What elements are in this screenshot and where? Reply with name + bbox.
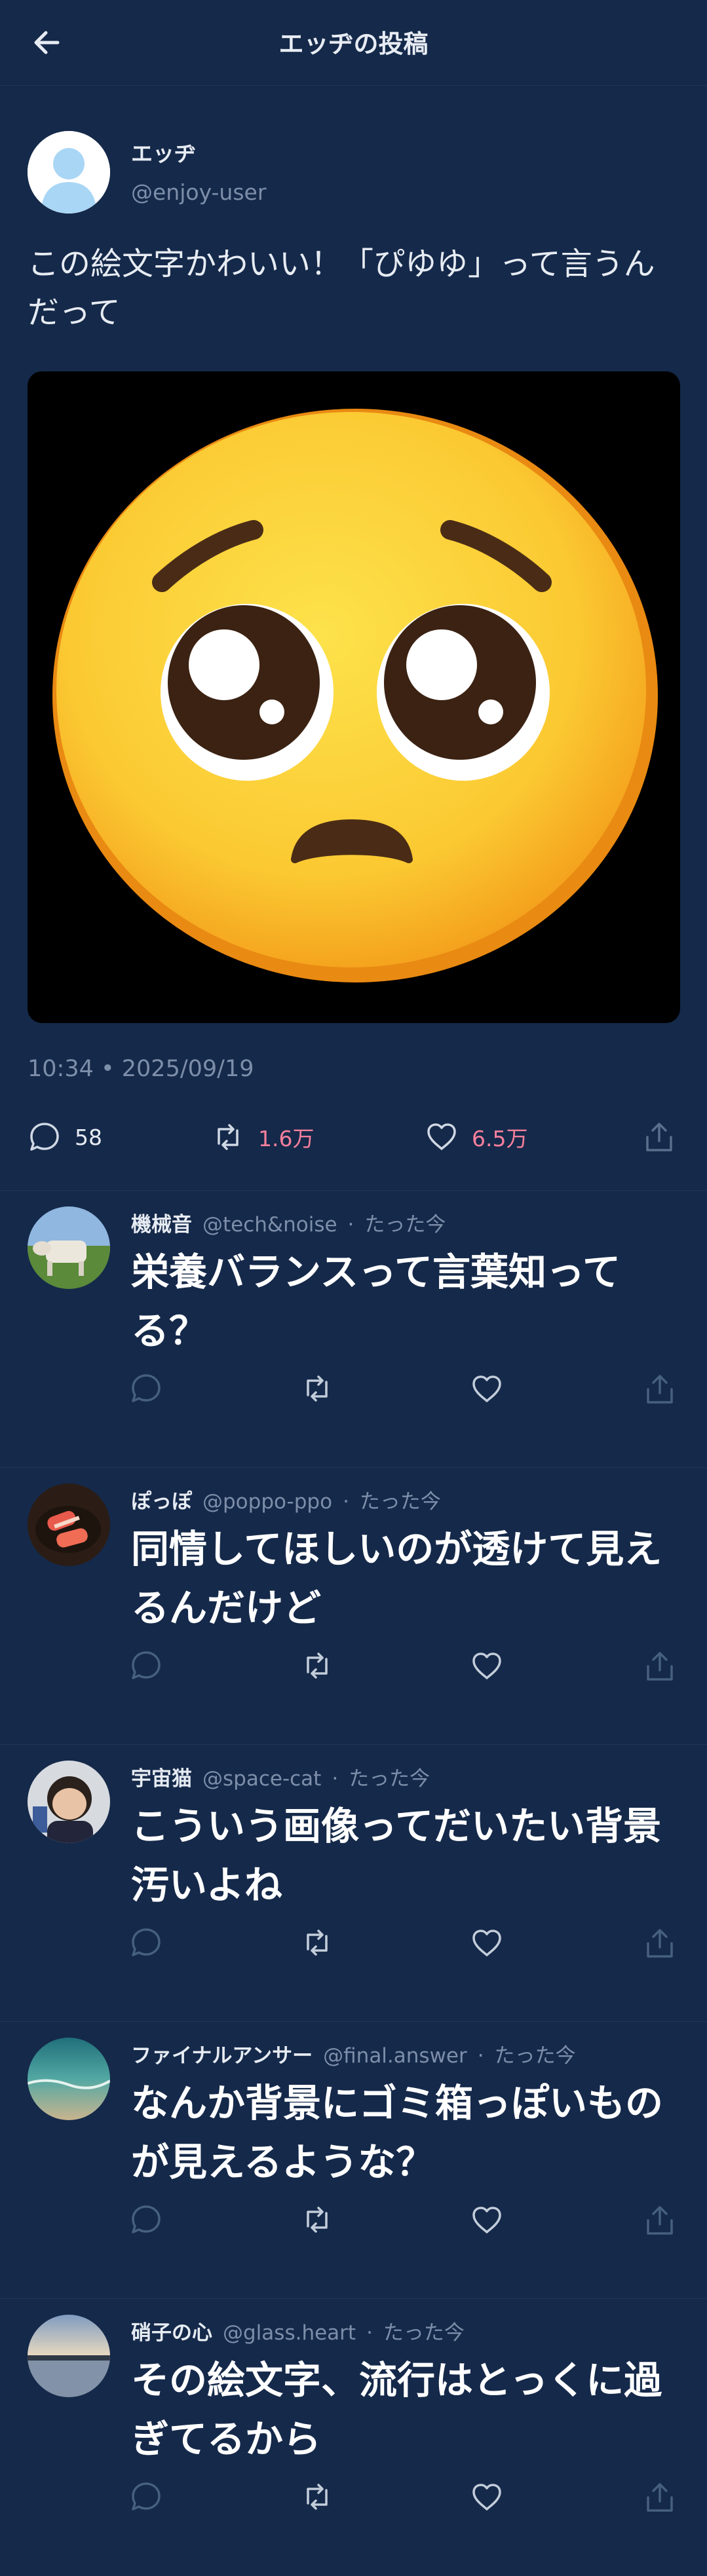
reply-time: たった今 — [349, 1767, 430, 1791]
speech-bubble-icon[interactable] — [128, 1926, 164, 1961]
reply-time: たった今 — [364, 1213, 446, 1237]
heart-icon[interactable] — [469, 2203, 505, 2238]
heart-icon[interactable] — [469, 2480, 505, 2515]
speech-bubble-icon[interactable] — [128, 1649, 164, 1684]
reply-meta: 硝子の心 @glass.heart · たった今 — [131, 2316, 465, 2345]
share-icon[interactable] — [642, 1372, 678, 1407]
heart-icon[interactable] — [469, 1649, 505, 1684]
repost-icon[interactable] — [299, 1926, 335, 1961]
speech-bubble-icon[interactable] — [128, 2203, 164, 2238]
separator-dot: · — [332, 1767, 339, 1791]
repost-icon[interactable] — [299, 1372, 335, 1407]
heart-icon[interactable] — [469, 1926, 505, 1961]
separator-dot: · — [477, 2044, 484, 2068]
avatar[interactable] — [28, 131, 110, 214]
separator-dot: · — [366, 2321, 373, 2345]
reply-author-handle[interactable]: @glass.heart — [223, 2321, 356, 2345]
page-title: エッヂの投稿 — [278, 29, 429, 58]
repost-icon[interactable] — [299, 2203, 335, 2238]
reply-author-name[interactable]: 硝子の心 — [131, 2321, 212, 2345]
post-timestamp: 10:34 • 2025/09/19 — [28, 1056, 254, 1082]
repost-icon[interactable] — [299, 2480, 335, 2515]
reply-time: たった今 — [359, 1490, 441, 1514]
share-icon[interactable] — [642, 1649, 678, 1684]
reply-meta: ぽっぽ @poppo-ppo · たった今 — [131, 1485, 441, 1514]
reply-meta: 宇宙猫 @space-cat · たった今 — [131, 1762, 430, 1791]
reply-item[interactable]: 宇宙猫 @space-cat · たった今こういう画像ってだいたい背景汚いよね — [0, 1744, 707, 2022]
like-button[interactable]: 6.5万 — [425, 1119, 527, 1155]
repost-icon — [218, 1124, 239, 1150]
reply-item[interactable]: ぽっぽ @poppo-ppo · たった今同情してほしいのが透けて見えるんだけど — [0, 1467, 707, 1745]
heart-icon[interactable] — [469, 1372, 505, 1407]
pleading-face-emoji-icon — [52, 409, 658, 982]
reply-author-name[interactable]: ファイナルアンサー — [131, 2044, 313, 2068]
separator-dot: · — [343, 1490, 349, 1514]
separator-dot: · — [347, 1213, 354, 1237]
avatar[interactable] — [28, 1761, 110, 1843]
share-icon[interactable] — [642, 1926, 678, 1961]
reply-time: たった今 — [383, 2321, 465, 2345]
heart-icon — [427, 1123, 456, 1150]
reply-item[interactable]: 硝子の心 @glass.heart · たった今その絵文字、流行はとっくに過ぎてるから — [0, 2298, 707, 2576]
reply-author-handle[interactable]: @final.answer — [323, 2044, 467, 2068]
reply-item[interactable]: 機械音 @tech&noise · たった今栄養バランスって言葉知ってる？ — [0, 1190, 707, 1468]
speech-bubble-icon[interactable] — [128, 1372, 164, 1407]
reply-text: なんか背景にゴミ箱っぽいものが見えるような？ — [131, 2081, 664, 2184]
top-bar: エッヂの投稿 — [0, 0, 707, 86]
reply-actions — [0, 1926, 707, 1965]
reply-author-handle[interactable]: @space-cat — [202, 1767, 321, 1791]
reply-text: 栄養バランスって言葉知ってる？ — [131, 1250, 621, 1353]
reply-text: その絵文字、流行はとっくに過ぎてるから — [131, 2358, 662, 2461]
share-icon[interactable] — [642, 1120, 676, 1154]
reply-author-handle[interactable]: @poppo-ppo — [202, 1490, 332, 1514]
share-icon[interactable] — [642, 2203, 678, 2238]
reply-meta: 機械音 @tech&noise · たった今 — [131, 1208, 446, 1237]
avatar[interactable] — [28, 1484, 110, 1566]
reply-author-handle[interactable]: @tech&noise — [202, 1213, 337, 1237]
share-icon[interactable] — [642, 2480, 678, 2515]
avatar[interactable] — [28, 2038, 110, 2120]
avatar[interactable] — [28, 2315, 110, 2397]
reply-meta: ファイナルアンサー @final.answer · たった今 — [131, 2039, 576, 2068]
reply-text: 同情してほしいのが透けて見えるんだけど — [131, 1527, 662, 1630]
reply-actions — [0, 1372, 707, 1411]
like-count: 6.5万 — [472, 1126, 528, 1151]
author-handle[interactable]: @enjoy-user — [131, 179, 266, 205]
repost-button[interactable]: 1.6万 — [211, 1119, 314, 1155]
default-user-icon — [28, 131, 110, 214]
reply-actions — [0, 2480, 707, 2519]
reply-button[interactable]: 58 — [28, 1119, 102, 1155]
avatar[interactable] — [28, 1206, 110, 1289]
reply-text: こういう画像ってだいたい背景汚いよね — [131, 1804, 662, 1907]
reply-actions — [0, 2203, 707, 2242]
post-image[interactable] — [28, 371, 680, 1023]
speech-bubble-icon[interactable] — [128, 2480, 164, 2515]
speech-bubble-icon — [30, 1123, 59, 1151]
repost-count: 1.6万 — [258, 1126, 315, 1151]
reply-author-name[interactable]: ぽっぽ — [131, 1490, 192, 1514]
reply-count: 58 — [75, 1124, 102, 1150]
reply-author-name[interactable]: 機械音 — [131, 1213, 192, 1237]
reply-author-name[interactable]: 宇宙猫 — [131, 1767, 192, 1791]
repost-icon[interactable] — [299, 1649, 335, 1684]
author-name[interactable]: エッヂ — [131, 136, 196, 168]
reply-item[interactable]: ファイナルアンサー @final.answer · たった今なんか背景にゴミ箱っぽいも… — [0, 2021, 707, 2299]
reply-time: たった今 — [494, 2044, 576, 2068]
post-text: この絵文字かわいい！「ぴゆゆ」って言うんだって — [28, 246, 655, 331]
reply-actions — [0, 1649, 707, 1688]
